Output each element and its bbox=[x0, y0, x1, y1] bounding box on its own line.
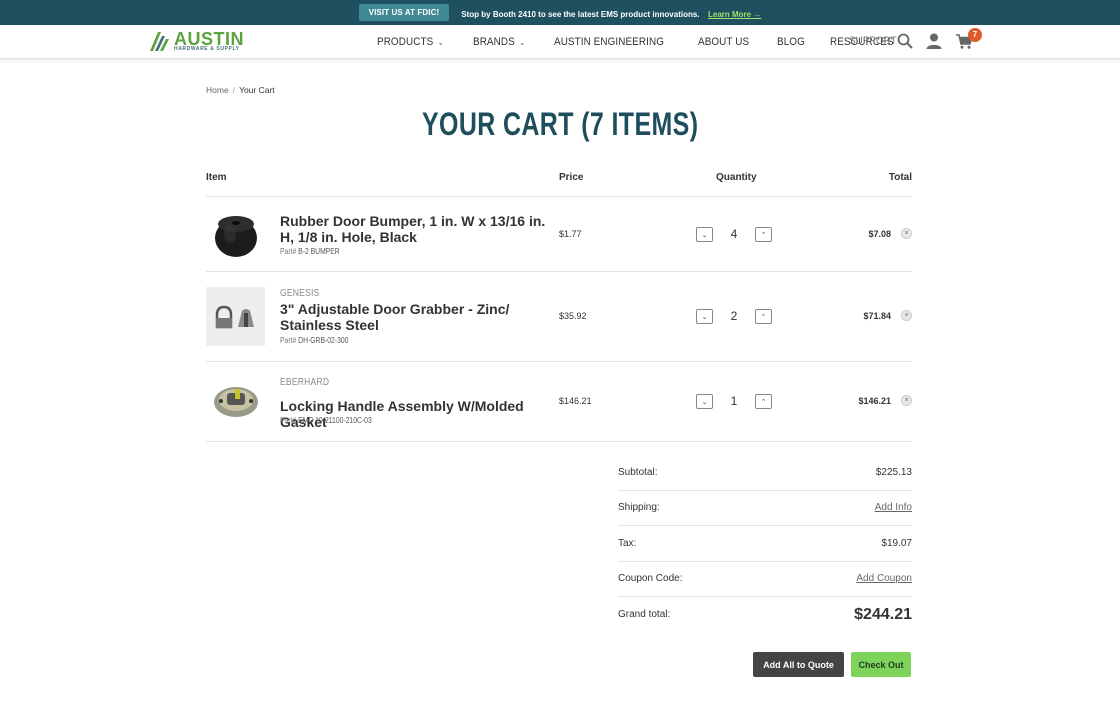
product-brand: EBERHARD bbox=[280, 377, 330, 388]
logo-words: AUSTIN HARDWARE & SUPPLY bbox=[174, 30, 244, 52]
quantity-decrease-button[interactable]: ⌄ bbox=[696, 394, 713, 409]
subtotal-row: Subtotal: $225.13 bbox=[618, 456, 912, 491]
main-nav: PRODUCTS ⌄ BRANDS ⌄ AUSTIN ENGINEERING ABO… bbox=[377, 25, 922, 59]
nav-item-products[interactable]: PRODUCTS ⌄ bbox=[377, 36, 444, 48]
nav-label: ABOUT US bbox=[697, 36, 749, 48]
nav-item-austin-engineering[interactable]: AUSTIN ENGINEERING bbox=[554, 36, 664, 48]
chevron-down-icon: ⌄ bbox=[519, 37, 526, 47]
part-value: EMC 10-21100-210C-03 bbox=[298, 416, 372, 425]
quantity-value[interactable]: 1 bbox=[724, 394, 744, 408]
shipping-row: Shipping: Add Info bbox=[618, 491, 912, 526]
header-item: Item bbox=[206, 172, 227, 183]
subtotal-label: Subtotal: bbox=[618, 467, 658, 478]
product-name[interactable]: Rubber Door Bumper, 1 in. W x 13/16 in. … bbox=[280, 213, 550, 245]
add-shipping-info-link[interactable]: Add Info bbox=[875, 502, 912, 513]
part-label: Part# bbox=[280, 247, 297, 256]
support-link[interactable]: SUPPORT bbox=[849, 35, 897, 47]
quantity-increase-button[interactable]: ⌃ bbox=[755, 309, 772, 324]
header-price: Price bbox=[559, 172, 584, 183]
breadcrumb: Home / Your Cart bbox=[206, 85, 275, 95]
site-header: AUSTIN HARDWARE & SUPPLY PRODUCTS ⌄ BRAND… bbox=[0, 25, 1120, 59]
table-row: GENESIS 3" Adjustable Door Grabber - Zin… bbox=[206, 271, 912, 361]
remove-item-button[interactable]: × bbox=[901, 228, 912, 239]
quantity-value[interactable]: 2 bbox=[724, 309, 744, 323]
line-total: $7.08 bbox=[868, 229, 891, 239]
quantity-increase-button[interactable]: ⌃ bbox=[755, 227, 772, 242]
tax-row: Tax: $19.07 bbox=[618, 527, 912, 562]
table-row: Rubber Door Bumper, 1 in. W x 13/16 in. … bbox=[206, 196, 912, 271]
grand-total-label: Grand total: bbox=[618, 609, 671, 620]
coupon-label: Coupon Code: bbox=[618, 573, 683, 584]
unit-price: $35.92 bbox=[559, 311, 587, 321]
subtotal-value: $225.13 bbox=[875, 467, 912, 478]
remove-item-button[interactable]: × bbox=[901, 395, 912, 406]
row-divider bbox=[206, 441, 912, 442]
learn-more-link[interactable]: Learn More → bbox=[708, 10, 761, 19]
product-image[interactable] bbox=[206, 371, 265, 430]
quantity-decrease-button[interactable]: ⌄ bbox=[696, 309, 713, 324]
quantity-increase-button[interactable]: ⌃ bbox=[755, 394, 772, 409]
product-brand: GENESIS bbox=[280, 288, 320, 299]
nav-label: AUSTIN ENGINEERING bbox=[553, 36, 664, 48]
product-name[interactable]: 3" Adjustable Door Grabber - Zinc/ Stain… bbox=[280, 301, 520, 333]
part-number: Part# EMC 10-21100-210C-03 bbox=[280, 416, 372, 425]
grand-total-row: Grand total: $244.21 bbox=[618, 598, 912, 638]
grand-total-value: $244.21 bbox=[854, 606, 912, 623]
nav-item-about-us[interactable]: ABOUT US bbox=[698, 36, 749, 48]
unit-price: $1.77 bbox=[559, 229, 582, 239]
product-image[interactable] bbox=[206, 287, 265, 346]
nav-label: BLOG bbox=[776, 36, 805, 48]
account-icon[interactable] bbox=[925, 32, 943, 50]
logo-subtitle: HARDWARE & SUPPLY bbox=[174, 46, 240, 52]
chevron-down-icon: ⌄ bbox=[437, 37, 444, 47]
breadcrumb-current: Your Cart bbox=[239, 85, 275, 95]
unit-price: $146.21 bbox=[559, 396, 592, 406]
add-all-to-quote-button[interactable]: Add All to Quote bbox=[753, 652, 844, 677]
table-row: EBERHARD Locking Handle Assembly W/Molde… bbox=[206, 361, 912, 441]
quantity-decrease-button[interactable]: ⌄ bbox=[696, 227, 713, 242]
logo-mark-icon bbox=[148, 30, 172, 52]
search-icon[interactable] bbox=[896, 32, 914, 50]
nav-label: PRODUCTS bbox=[377, 36, 434, 48]
announcement-bar: VISIT US AT FDIC! Stop by Booth 2410 to … bbox=[0, 0, 1120, 25]
part-label: Part# bbox=[280, 336, 297, 345]
announcement-message-wrap: Stop by Booth 2410 to see the latest EMS… bbox=[461, 4, 761, 22]
nav-item-blog[interactable]: BLOG bbox=[777, 36, 805, 48]
remove-item-button[interactable]: × bbox=[901, 310, 912, 321]
nav-label: BRANDS bbox=[473, 36, 516, 48]
announcement-message: Stop by Booth 2410 to see the latest EMS… bbox=[461, 9, 700, 19]
site-logo[interactable]: AUSTIN HARDWARE & SUPPLY bbox=[148, 30, 244, 52]
product-image[interactable] bbox=[206, 204, 265, 263]
coupon-row: Coupon Code: Add Coupon bbox=[618, 562, 912, 597]
line-total: $146.21 bbox=[858, 396, 891, 406]
tax-label: Tax: bbox=[618, 538, 637, 549]
checkout-button[interactable]: Check Out bbox=[851, 652, 911, 677]
header-quantity: Quantity bbox=[716, 172, 757, 183]
part-number: Part# DH-GRB-02-300 bbox=[280, 336, 348, 345]
line-total: $71.84 bbox=[863, 311, 891, 321]
logo-name: AUSTIN bbox=[174, 29, 244, 49]
nav-item-brands[interactable]: BRANDS ⌄ bbox=[473, 36, 525, 48]
cart-count-badge: 7 bbox=[968, 28, 982, 42]
part-value: B-2 BUMPER bbox=[298, 247, 340, 256]
breadcrumb-separator: / bbox=[232, 85, 236, 95]
page-title-text: YOUR CART (7 ITEMS) bbox=[421, 106, 699, 142]
part-label: Part# bbox=[280, 416, 297, 425]
header-total: Total bbox=[888, 172, 912, 183]
add-coupon-link[interactable]: Add Coupon bbox=[856, 573, 912, 584]
quantity-value[interactable]: 4 bbox=[724, 227, 744, 241]
page-title: YOUR CART (7 ITEMS) bbox=[0, 106, 1120, 143]
part-value: DH-GRB-02-300 bbox=[298, 336, 349, 345]
part-number: Part# B-2 BUMPER bbox=[280, 247, 340, 256]
shipping-label: Shipping: bbox=[618, 502, 660, 513]
product-name[interactable]: Locking Handle Assembly W/Molded Gasket bbox=[280, 398, 560, 430]
announcement-button[interactable]: VISIT US AT FDIC! bbox=[358, 4, 450, 21]
breadcrumb-home[interactable]: Home bbox=[206, 85, 229, 95]
tax-value: $19.07 bbox=[881, 538, 912, 549]
